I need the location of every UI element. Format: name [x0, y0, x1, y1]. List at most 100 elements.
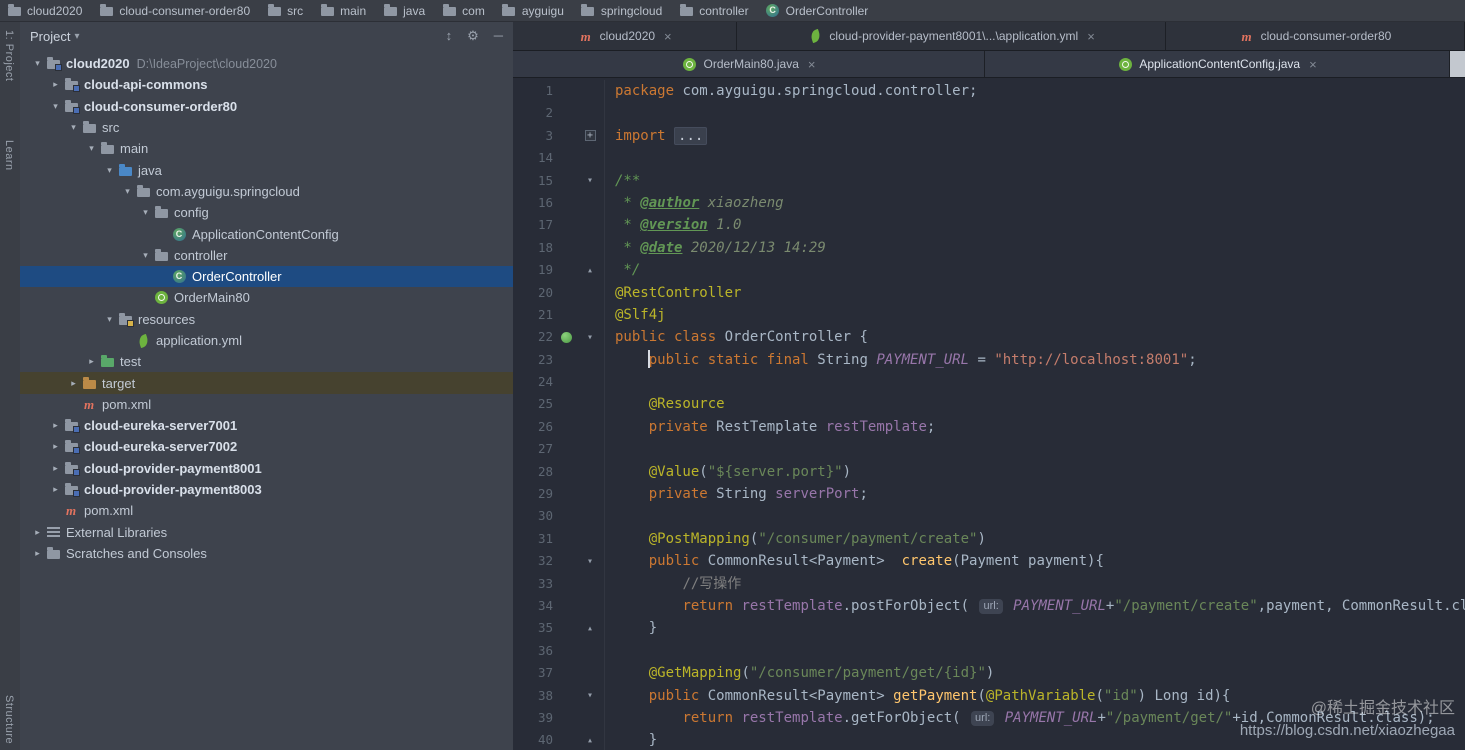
tool-stripe-project-tab[interactable]: 1: Project: [3, 30, 15, 81]
code-text[interactable]: return restTemplate.getForObject( url: P…: [605, 707, 1465, 729]
fold-marker-icon[interactable]: ▾: [579, 175, 601, 186]
code-text[interactable]: @Slf4j: [605, 304, 1465, 326]
chevron-down-icon[interactable]: ▾: [30, 58, 45, 69]
fold-marker-icon[interactable]: ▴: [579, 735, 601, 746]
fold-marker-icon[interactable]: ▴: [579, 265, 601, 276]
chevron-down-icon[interactable]: ▾: [120, 186, 135, 197]
breadcrumb-item-ordercontroller[interactable]: OrderController: [765, 3, 868, 18]
code-text[interactable]: private String serverPort;: [605, 483, 1465, 505]
tree-item-cloud2020[interactable]: ▾ cloud2020 D:\IdeaProject\cloud2020: [20, 53, 513, 74]
code-area[interactable]: 1 package com.ayguigu.springcloud.control…: [513, 78, 1465, 750]
breadcrumb-item-com[interactable]: com: [441, 3, 485, 18]
code-text[interactable]: [605, 371, 1465, 393]
close-tab-icon[interactable]: ×: [664, 29, 672, 44]
editor-tab-cloud-consumer-order80[interactable]: cloud-consumer-order80: [1165, 22, 1465, 50]
tree-item-target[interactable]: ▸ target: [20, 372, 513, 394]
code-text[interactable]: //写操作: [605, 573, 1465, 595]
project-panel-title[interactable]: Project: [30, 29, 70, 44]
code-text[interactable]: @PostMapping("/consumer/payment/create"): [605, 528, 1465, 550]
tree-item-cloud-consumer-order80[interactable]: ▾ cloud-consumer-order80: [20, 96, 513, 117]
chevron-right-icon[interactable]: ▸: [48, 79, 63, 90]
code-text[interactable]: /**: [605, 170, 1465, 192]
code-text[interactable]: [605, 438, 1465, 460]
code-text[interactable]: public CommonResult<Payment> create(Paym…: [605, 550, 1465, 572]
breadcrumb-item-ayguigu[interactable]: ayguigu: [501, 3, 564, 18]
code-text[interactable]: }: [605, 729, 1465, 750]
breadcrumb-item-main[interactable]: main: [319, 3, 366, 18]
tree-item-applicationcontentconfig[interactable]: ApplicationContentConfig: [20, 223, 513, 244]
chevron-down-icon[interactable]: ▾: [74, 31, 79, 42]
code-text[interactable]: @Resource: [605, 393, 1465, 415]
breadcrumb-item-springcloud[interactable]: springcloud: [580, 3, 662, 18]
code-text[interactable]: package com.ayguigu.springcloud.controll…: [605, 80, 1465, 102]
fold-marker-icon[interactable]: ▴: [579, 623, 601, 634]
tab-scrollbar-thumb[interactable]: [1450, 51, 1465, 77]
chevron-right-icon[interactable]: ▸: [30, 548, 45, 559]
chevron-down-icon[interactable]: ▾: [84, 143, 99, 154]
code-text[interactable]: }: [605, 617, 1465, 639]
tree-item-external-libraries[interactable]: ▸ External Libraries: [20, 522, 513, 543]
breadcrumb-item-controller[interactable]: controller: [678, 3, 749, 18]
code-text[interactable]: @GetMapping("/consumer/payment/get/{id}"…: [605, 662, 1465, 684]
fold-marker-icon[interactable]: ▾: [579, 690, 601, 701]
settings-gear-icon[interactable]: ⚙: [467, 28, 479, 44]
code-text[interactable]: public CommonResult<Payment> getPayment(…: [605, 685, 1465, 707]
chevron-right-icon[interactable]: ▸: [48, 420, 63, 431]
chevron-right-icon[interactable]: ▸: [84, 356, 99, 367]
fold-marker-icon[interactable]: +: [579, 130, 601, 142]
code-text[interactable]: public static final String PAYMENT_URL =…: [605, 349, 1465, 371]
chevron-right-icon[interactable]: ▸: [30, 527, 45, 538]
code-text[interactable]: * @author xiaozheng: [605, 192, 1465, 214]
code-text[interactable]: */: [605, 259, 1465, 281]
tree-item-cloud-eureka-server7001[interactable]: ▸ cloud-eureka-server7001: [20, 415, 513, 436]
code-text[interactable]: [605, 147, 1465, 169]
code-text[interactable]: * @version 1.0: [605, 214, 1465, 236]
tree-item-config[interactable]: ▾ config: [20, 202, 513, 223]
breadcrumb-item-cloud-consumer-order80[interactable]: cloud-consumer-order80: [98, 3, 250, 18]
spring-bean-gutter-icon[interactable]: [560, 331, 572, 343]
tool-stripe-structure-tab[interactable]: Structure: [3, 695, 15, 744]
code-text[interactable]: @Value("${server.port}"): [605, 461, 1465, 483]
tree-item-test[interactable]: ▸ test: [20, 351, 513, 372]
tree-item-application-yml[interactable]: application.yml: [20, 330, 513, 351]
editor-tab-cloud-provider-payment8001-application-yml[interactable]: cloud-provider-payment8001\...\applicati…: [737, 22, 1166, 50]
chevron-right-icon[interactable]: ▸: [48, 441, 63, 452]
editor-tab-cloud2020[interactable]: cloud2020 ×: [513, 22, 738, 50]
tree-item-cloud-provider-payment8001[interactable]: ▸ cloud-provider-payment8001: [20, 458, 513, 479]
editor-tab-ordermain80-java[interactable]: OrderMain80.java ×: [513, 51, 985, 77]
chevron-down-icon[interactable]: ▾: [66, 122, 81, 133]
tree-item-scratches-and-consoles[interactable]: ▸ Scratches and Consoles: [20, 543, 513, 564]
tree-item-src[interactable]: ▾ src: [20, 117, 513, 138]
fold-marker-icon[interactable]: ▾: [579, 556, 601, 567]
code-text[interactable]: return restTemplate.postForObject( url: …: [605, 595, 1465, 617]
tree-item-pom-xml[interactable]: pom.xml: [20, 394, 513, 415]
breadcrumb-item-java[interactable]: java: [382, 3, 425, 18]
code-text[interactable]: [605, 640, 1465, 662]
code-text[interactable]: public class OrderController {: [605, 326, 1465, 348]
chevron-down-icon[interactable]: ▾: [102, 165, 117, 176]
code-text[interactable]: [605, 102, 1465, 124]
tree-item-ordermain80[interactable]: OrderMain80: [20, 287, 513, 308]
close-tab-icon[interactable]: ×: [1309, 57, 1317, 72]
tree-item-java[interactable]: ▾ java: [20, 159, 513, 180]
breadcrumb-item-src[interactable]: src: [266, 3, 303, 18]
hide-panel-icon[interactable]: ─: [494, 28, 503, 44]
code-text[interactable]: [605, 505, 1465, 527]
chevron-down-icon[interactable]: ▾: [102, 314, 117, 325]
tree-item-resources[interactable]: ▾ resources: [20, 309, 513, 330]
tool-stripe-learn-tab[interactable]: Learn: [3, 140, 15, 171]
code-text[interactable]: * @date 2020/12/13 14:29: [605, 237, 1465, 259]
chevron-down-icon[interactable]: ▾: [138, 250, 153, 261]
chevron-right-icon[interactable]: ▸: [48, 463, 63, 474]
tree-item-controller[interactable]: ▾ controller: [20, 245, 513, 266]
tree-item-cloud-api-commons[interactable]: ▸ cloud-api-commons: [20, 74, 513, 95]
close-tab-icon[interactable]: ×: [1087, 29, 1095, 44]
breadcrumb-item-cloud2020[interactable]: cloud2020: [6, 3, 82, 18]
tree-item-cloud-eureka-server7002[interactable]: ▸ cloud-eureka-server7002: [20, 436, 513, 457]
tree-item-main[interactable]: ▾ main: [20, 138, 513, 159]
code-text[interactable]: import ...: [605, 125, 1465, 147]
tree-item-cloud-provider-payment8003[interactable]: ▸ cloud-provider-payment8003: [20, 479, 513, 500]
collapse-all-icon[interactable]: ↕: [446, 28, 453, 44]
code-text[interactable]: private RestTemplate restTemplate;: [605, 416, 1465, 438]
chevron-right-icon[interactable]: ▸: [66, 378, 81, 389]
